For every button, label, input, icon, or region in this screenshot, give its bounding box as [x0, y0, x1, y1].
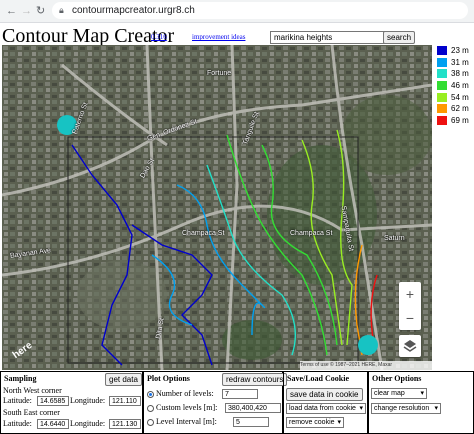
remove-cookie-select[interactable]: remove cookie [286, 417, 344, 428]
legend-label: 23 m [451, 46, 469, 55]
legend-swatch [437, 116, 447, 126]
arrow-right-icon[interactable]: → [21, 3, 32, 19]
map-attribution: Terms of use © 1987–2021 HERE, Maxar [300, 361, 432, 370]
street-label: Saturn [384, 235, 405, 242]
legend-swatch [437, 92, 447, 102]
legend-swatch [437, 81, 447, 91]
legend-item: 38 m [437, 68, 474, 80]
legend-item: 23 m [437, 45, 474, 57]
improvement-ideas-link[interactable]: improvement ideas [192, 33, 245, 41]
street-label: Fortune [207, 70, 232, 77]
levels-input[interactable]: 7 [222, 389, 258, 399]
levels-radio[interactable] [147, 391, 154, 398]
plot-options-section: Plot Options redraw contours Number of l… [143, 371, 288, 434]
latitude-label: Latitude: [3, 419, 32, 428]
search-button[interactable]: search [383, 31, 415, 44]
url-text: contourmapcreator.urgr8.ch [72, 5, 195, 16]
version-link[interactable]: 0.316 [151, 33, 167, 41]
arrow-left-icon[interactable]: ← [6, 3, 17, 19]
address-bar[interactable]: 🔒︎ contourmapcreator.urgr8.ch [52, 2, 468, 19]
map-imagery [2, 45, 432, 370]
change-resolution-select[interactable]: change resolution [371, 403, 441, 414]
reload-icon[interactable]: ↻ [36, 3, 45, 19]
legend-swatch [437, 104, 447, 114]
legend-item: 54 m [437, 92, 474, 104]
lock-icon[interactable]: 🔒︎ [59, 2, 64, 19]
save-load-heading: Save/Load Cookie [287, 374, 350, 383]
browser-toolbar: ← → ↻ 🔒︎ contourmapcreator.urgr8.ch [0, 0, 474, 23]
legend-swatch [437, 69, 447, 79]
legend-item: 31 m [437, 57, 474, 69]
street-label: Champaca St [290, 230, 333, 237]
layers-icon [403, 340, 417, 352]
legend-item: 46 m [437, 80, 474, 92]
legend-swatch [437, 57, 447, 67]
legend-label: 31 m [451, 57, 469, 67]
map-view[interactable]: Paterno St Gen. Ordonez St Dao St Champa… [2, 45, 432, 370]
other-options-section: Other Options clear map change resolutio… [368, 371, 474, 434]
plot-options-heading: Plot Options [147, 374, 190, 383]
legend-label: 62 m [451, 104, 469, 114]
other-options-heading: Other Options [372, 374, 422, 383]
custom-levels-radio[interactable] [147, 405, 154, 412]
legend-label: 46 m [451, 81, 469, 91]
street-label: Champaca St [182, 230, 225, 237]
layers-button[interactable] [399, 335, 421, 357]
latitude-label: Latitude: [3, 396, 32, 405]
levels-label: Number of levels: [156, 389, 214, 398]
contour-legend: 23 m 31 m 38 m 46 m 54 m 62 m 69 m [437, 45, 474, 127]
se-latitude-input[interactable]: 14.6440 [37, 419, 69, 429]
legend-label: 54 m [451, 92, 469, 102]
custom-levels-input[interactable]: 380,400,420 [225, 403, 281, 413]
page-title: Contour Map Creator [2, 25, 175, 47]
legend-item: 62 m [437, 103, 474, 115]
zoom-control: + − [399, 282, 421, 330]
redraw-contours-button[interactable]: redraw contours [222, 373, 288, 386]
nw-corner-label: North West corner [3, 386, 62, 395]
nw-latitude-input[interactable]: 14.6585 [37, 396, 69, 406]
longitude-label: Longitude: [70, 419, 106, 428]
save-cookie-button[interactable]: save data in cookie [286, 388, 363, 401]
clear-map-select[interactable]: clear map [371, 388, 427, 399]
legend-item: 69 m [437, 115, 474, 127]
legend-label: 38 m [451, 69, 469, 79]
save-load-section: Save/Load Cookie save data in cookie loa… [283, 371, 368, 434]
zoom-out-button[interactable]: − [399, 306, 421, 330]
interval-input[interactable]: 5 [233, 417, 269, 427]
location-search-input[interactable]: marikina heights [270, 31, 388, 44]
custom-levels-label: Custom levels [m]: [156, 403, 218, 412]
se-corner-label: South East corner [3, 408, 60, 417]
longitude-label: Longitude: [70, 396, 106, 405]
get-data-button[interactable]: get data [105, 373, 142, 386]
zoom-in-button[interactable]: + [399, 282, 421, 306]
se-longitude-input[interactable]: 121.130 [109, 419, 141, 429]
legend-label: 69 m [451, 116, 469, 126]
nw-longitude-input[interactable]: 121.110 [109, 396, 141, 406]
control-panel: Sampling get data North West corner Lati… [0, 371, 474, 434]
sampling-section: Sampling get data North West corner Lati… [0, 371, 143, 434]
interval-label: Level Interval [m]: [156, 417, 217, 426]
legend-swatch [437, 46, 447, 55]
load-cookie-select[interactable]: load data from cookie [286, 403, 366, 414]
interval-radio[interactable] [147, 419, 154, 426]
sampling-heading: Sampling [4, 374, 37, 383]
